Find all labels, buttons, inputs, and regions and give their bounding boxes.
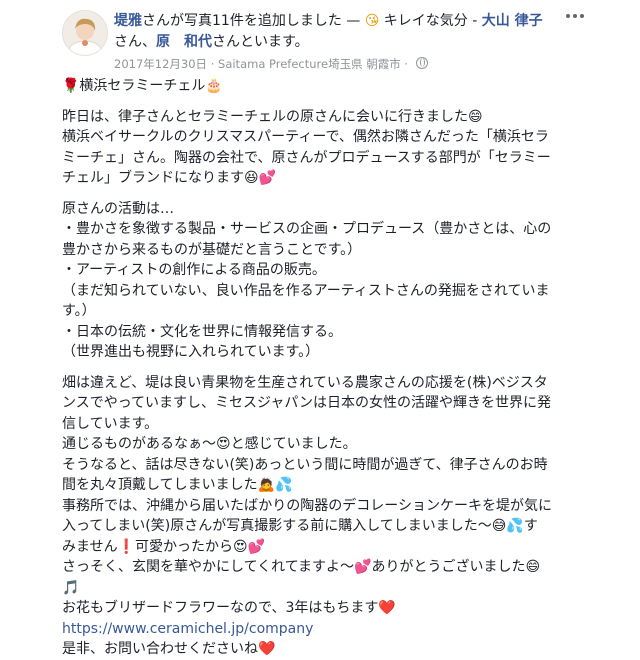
text-line: 信しています。: [62, 415, 159, 432]
text-line: 間を丸々頂戴してしまいました🙇💦: [62, 477, 293, 493]
text-line: （まだ知られていない、良い作品を作るアーティストさんの発掘をされていま: [62, 282, 550, 299]
post-body: 🌹横浜セラミーチェル🎂 昨日は、律子さんとセラミーチェルの原さんに会いに行きまし…: [62, 76, 584, 660]
meta-separator: ·: [400, 57, 412, 71]
text-line: 昨日は、律子さんとセラミーチェルの原さんに会いに行きました😄: [62, 108, 483, 125]
text-line: ・日本の伝統・文化を世界に情報発信する。: [62, 323, 342, 340]
text-line: チェル」ブランドになります😆💕: [62, 170, 277, 186]
text-line: 通じるものがあるなぁ〜😍と感じていました。: [62, 436, 357, 452]
text-line: お花もブリザードフラワーなので、3年はもちます❤️: [62, 600, 396, 616]
text-line: 横浜ベイサークルのクリスマスパーティーで、偶然お隣さんだった「横浜セラ: [62, 129, 549, 145]
author-name-link[interactable]: 堤雅: [114, 13, 142, 29]
text-line: ・アーティストの創作による商品の販売。: [62, 262, 326, 278]
paragraph-2: 原さんの活動は… ・豊かさを象徴する製品・サービスの企画・プロデュース（豊かさと…: [62, 199, 584, 363]
with-separator: -: [467, 13, 482, 29]
text-line: 🎵: [62, 579, 80, 596]
globe-icon[interactable]: [415, 57, 428, 69]
author-avatar[interactable]: [62, 10, 108, 56]
text-line: そうなると、話は尽きない(笑)あっという間に時間が過ぎて、律子さんのお時: [62, 456, 548, 473]
text-line: 豊かさから来るものが基礎だと言うことです。）: [62, 241, 362, 258]
tagged-person-link-2[interactable]: 原 和代: [156, 34, 212, 50]
post-date-link[interactable]: 2017年12月30日: [114, 57, 207, 71]
post-header: 堤雅さんが写真11件を追加しました — 😘 キレイな気分 - 大山 律子さん、原…: [114, 11, 554, 53]
more-options-button[interactable]: [566, 12, 586, 20]
text-line: ・豊かさを象徴する製品・サービスの企画・プロデュース（豊かさとは、心の: [62, 221, 552, 237]
with-text-1: さん、: [114, 34, 156, 50]
text-line: 原さんの活動は…: [62, 200, 174, 217]
text-line: さっそく、玄関を華やかにしてくれてますよ〜💕ありがとうございました😄: [62, 559, 541, 575]
company-url-link[interactable]: https://www.ceramichel.jp/company: [62, 619, 584, 640]
more-dot-icon: [573, 14, 577, 18]
kissing-face-emoji-icon: 😘: [364, 13, 380, 29]
facebook-post: 堤雅さんが写真11件を追加しました — 😘 キレイな気分 - 大山 律子さん、原…: [0, 0, 640, 657]
text-line: みません❗可愛かったから😍💕: [62, 538, 266, 555]
with-text-2: さんといます。: [212, 34, 309, 50]
closing-line: 是非、お問い合わせくださいね❤️: [62, 641, 276, 657]
meta-separator: ·: [207, 57, 219, 71]
text-line: 事務所では、沖縄から届いたばかりの陶器のデコレーションケーキを堤が気に: [62, 497, 552, 514]
feeling-text: キレイな気分: [379, 13, 468, 29]
more-dot-icon: [580, 14, 584, 18]
post-meta: 2017年12月30日 · Saitama Prefecture埼玉県 朝霞市 …: [114, 56, 428, 72]
tagged-person-link-1[interactable]: 大山 律子: [482, 13, 543, 29]
text-line: ミーチェ」さん。陶器の会社で、原さんがプロデュースする部門が「セラミー: [62, 149, 551, 166]
text-line: ンスでやっていますし、ミセスジャパンは日本の女性の活躍や輝きを世界に発: [62, 395, 552, 411]
more-dot-icon: [566, 14, 570, 18]
text-line: す。）: [62, 303, 96, 319]
avatar-image: [63, 11, 107, 55]
text-line: （世界進出も視野に入れられています。）: [62, 344, 320, 360]
location-link[interactable]: Saitama Prefecture埼玉県 朝霞市: [218, 57, 401, 71]
paragraph-3: 畑は違えど、堤は良い青果物を生産されている農家さんの応援を(株)ベジスタ ンスで…: [62, 373, 584, 660]
text-line: 畑は違えど、堤は良い青果物を生産されている農家さんの応援を(株)ベジスタ: [62, 374, 548, 391]
paragraph-1: 昨日は、律子さんとセラミーチェルの原さんに会いに行きました😄 横浜ベイサークルの…: [62, 107, 584, 189]
post-title: 🌹横浜セラミーチェル🎂: [62, 78, 223, 94]
text-line: 入ってしまい(笑)原さんが写真撮影する前に購入してしまいました〜😅💦す: [62, 518, 538, 534]
activity-text: さんが写真11件を追加しました —: [142, 13, 365, 29]
